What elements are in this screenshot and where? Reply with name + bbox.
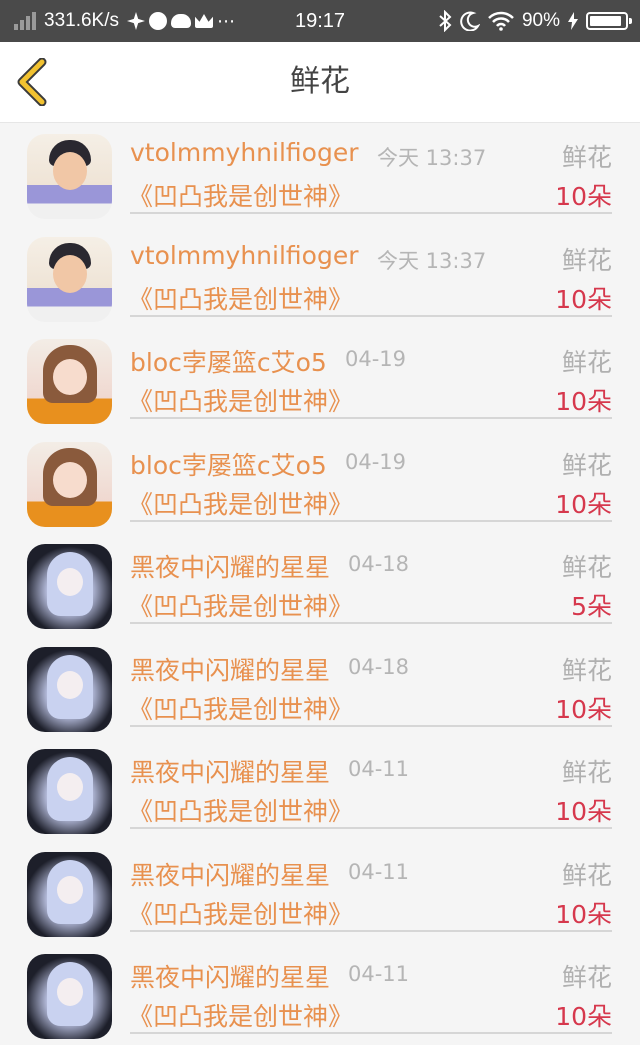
- status-right: 90%: [438, 0, 632, 42]
- avatar[interactable]: [27, 441, 112, 527]
- flower-gift-list: vtolmmyhnilfioger 今天 13:37 鲜花 《凹凸我是创世神》 10朵 v…: [0, 122, 640, 1045]
- avatar[interactable]: [27, 851, 112, 937]
- flower-count: 5朵: [571, 592, 612, 621]
- avatar[interactable]: [27, 339, 112, 424]
- gift-type: 鲜花: [561, 860, 612, 890]
- wifi-icon: [488, 11, 514, 31]
- avatar[interactable]: [27, 749, 112, 834]
- avatar[interactable]: [27, 544, 112, 629]
- row-divider: [130, 314, 612, 317]
- gift-type: 鲜花: [561, 348, 612, 377]
- user-name[interactable]: 黑夜中闪耀的星星: [130, 753, 330, 789]
- gift-type: 鲜花: [561, 553, 612, 582]
- avatar[interactable]: [27, 236, 112, 322]
- row-divider: [130, 622, 612, 624]
- gift-type: 鲜花: [561, 655, 612, 685]
- gift-time: 04-19: [345, 347, 407, 371]
- nav-bar: 鲜花: [0, 42, 640, 123]
- gift-type: 鲜花: [561, 963, 612, 992]
- row-divider: [130, 1032, 612, 1034]
- list-item[interactable]: bloc孛屡篮c艾o5 04-19 鲜花《凹凸我是创世神》 10朵: [0, 327, 640, 430]
- user-name[interactable]: vtolmmyhnilfioger: [130, 241, 359, 270]
- list-item[interactable]: 黑夜中闪耀的星星 04-18 鲜花《凹凸我是创世神》 10朵: [0, 635, 640, 738]
- list-item[interactable]: vtolmmyhnilfioger 今天 13:37 鲜花《凹凸我是创世神》 10朵: [0, 225, 640, 328]
- row-divider: [130, 519, 612, 522]
- avatar[interactable]: [27, 954, 112, 1039]
- gift-time: 04-11: [348, 757, 410, 781]
- book-title[interactable]: 《凹凸我是创世神》: [128, 177, 353, 213]
- row-divider: [130, 212, 612, 214]
- gift-type: 鲜花: [561, 143, 612, 172]
- list-item[interactable]: 黑夜中闪耀的星星 04-11 鲜花《凹凸我是创世神》 10朵: [0, 840, 640, 943]
- book-title[interactable]: 《凹凸我是创世神》: [128, 280, 353, 316]
- user-name[interactable]: bloc孛屡篮c艾o5: [130, 446, 327, 482]
- status-bar: 331.6K/s ⋯ 19:17 90%: [0, 0, 640, 42]
- gift-time: 04-11: [348, 962, 410, 986]
- flower-count: 10朵: [555, 182, 612, 211]
- book-title[interactable]: 《凹凸我是创世神》: [128, 485, 353, 521]
- list-item[interactable]: 黑夜中闪耀的星星 04-11 鲜花《凹凸我是创世神》 10朵: [0, 737, 640, 840]
- flower-count: 10朵: [555, 899, 612, 929]
- book-title[interactable]: 《凹凸我是创世神》: [128, 997, 353, 1033]
- gift-type: 鲜花: [561, 758, 612, 787]
- flower-count: 10朵: [555, 694, 612, 724]
- row-divider: [130, 417, 612, 419]
- user-name[interactable]: bloc孛屡篮c艾o5: [130, 343, 327, 379]
- bluetooth-icon: [439, 10, 452, 32]
- avatar[interactable]: [27, 134, 112, 219]
- book-title[interactable]: 《凹凸我是创世神》: [128, 587, 353, 623]
- gift-time: 04-11: [348, 859, 410, 884]
- page-title: 鲜花: [290, 64, 350, 99]
- list-item[interactable]: 黑夜中闪耀的星星 04-11 鲜花《凹凸我是创世神》 10朵: [0, 942, 640, 1045]
- battery-fill: [590, 16, 621, 26]
- book-title[interactable]: 《凹凸我是创世神》: [128, 690, 353, 726]
- row-divider: [130, 724, 612, 727]
- list-item[interactable]: vtolmmyhnilfioger 今天 13:37 鲜花《凹凸我是创世神》 10朵: [0, 122, 640, 225]
- gift-type: 鲜花: [561, 245, 612, 275]
- user-name[interactable]: 黑夜中闪耀的星星: [130, 548, 330, 584]
- user-name[interactable]: 黑夜中闪耀的星星: [130, 856, 330, 892]
- gift-time: 今天 13:37: [377, 248, 487, 273]
- row-divider: [130, 929, 612, 932]
- gift-time: 今天 13:37: [377, 146, 487, 170]
- book-title[interactable]: 《凹凸我是创世神》: [128, 895, 353, 931]
- flower-count: 10朵: [555, 489, 612, 519]
- user-name[interactable]: 黑夜中闪耀的星星: [130, 651, 330, 687]
- battery-percent: 90%: [521, 10, 560, 31]
- gift-time: 04-18: [348, 552, 410, 576]
- flower-count: 10朵: [555, 284, 612, 314]
- moon-icon: [460, 11, 480, 31]
- gift-time: 04-18: [348, 654, 410, 679]
- flower-count: 10朵: [555, 797, 612, 826]
- row-divider: [130, 827, 612, 829]
- user-name[interactable]: 黑夜中闪耀的星星: [130, 958, 330, 994]
- book-title[interactable]: 《凹凸我是创世神》: [128, 792, 353, 828]
- user-name[interactable]: vtolmmyhnilfioger: [130, 138, 359, 167]
- gift-time: 04-19: [345, 449, 407, 474]
- gift-type: 鲜花: [561, 450, 612, 480]
- charging-icon: [568, 12, 578, 30]
- book-title[interactable]: 《凹凸我是创世神》: [128, 382, 353, 418]
- flower-count: 10朵: [555, 1002, 612, 1031]
- list-item[interactable]: bloc孛屡篮c艾o5 04-19 鲜花《凹凸我是创世神》 10朵: [0, 430, 640, 533]
- list-item[interactable]: 黑夜中闪耀的星星 04-18 鲜花《凹凸我是创世神》 5朵: [0, 532, 640, 635]
- avatar[interactable]: [27, 646, 112, 732]
- battery-icon: [586, 12, 632, 30]
- flower-count: 10朵: [555, 387, 612, 416]
